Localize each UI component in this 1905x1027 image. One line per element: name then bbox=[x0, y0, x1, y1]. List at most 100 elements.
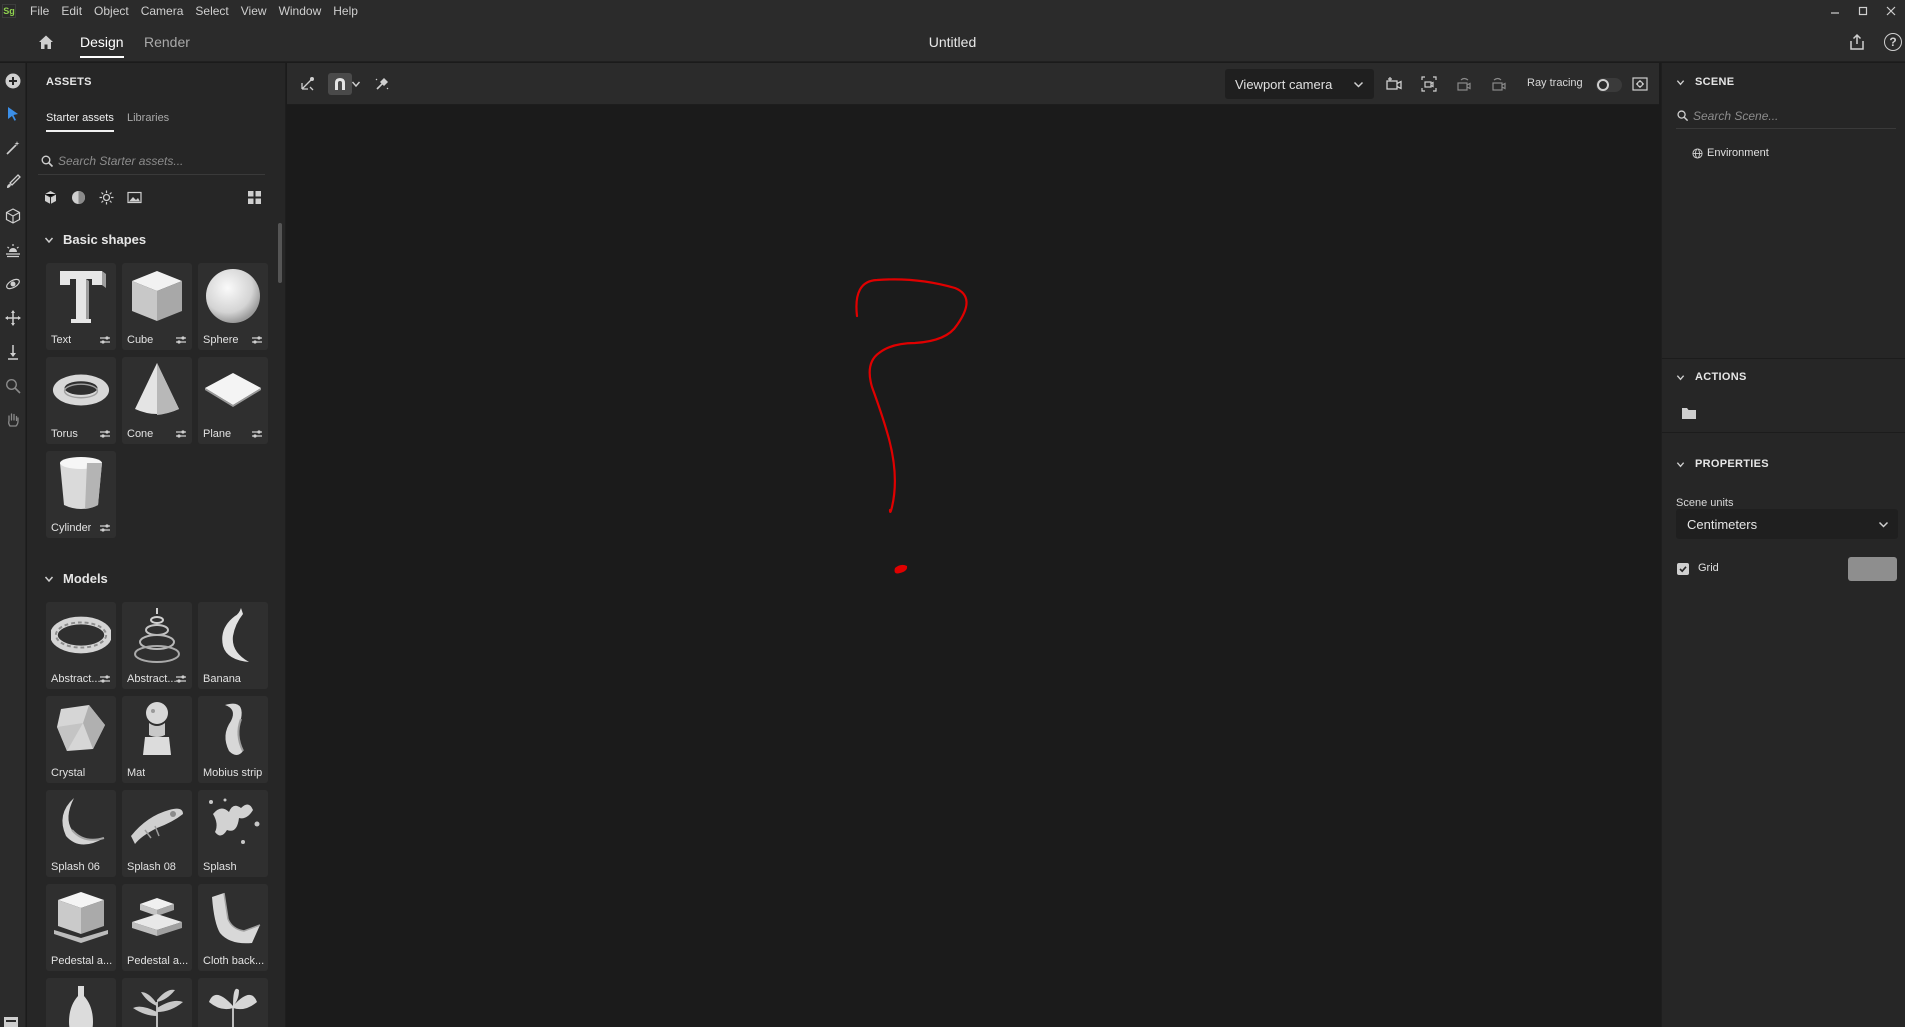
asset-tile-text[interactable]: Text bbox=[46, 263, 116, 350]
filter-models[interactable] bbox=[41, 188, 59, 206]
menu-file[interactable]: File bbox=[24, 0, 55, 22]
asset-tile-abstract-2[interactable]: Abstract... bbox=[122, 602, 192, 689]
scene-section-header[interactable]: SCENE bbox=[1676, 76, 1734, 88]
zoom-icon bbox=[5, 378, 21, 394]
asset-tile-pedestal-1[interactable]: Pedestal a... bbox=[46, 884, 116, 971]
orbit-tool[interactable] bbox=[2, 273, 24, 295]
asset-tile-splash-08[interactable]: Splash 08 bbox=[122, 790, 192, 877]
adjust-options-icon[interactable] bbox=[99, 523, 111, 533]
properties-section-header[interactable]: PROPERTIES bbox=[1676, 458, 1769, 470]
paint-tool[interactable] bbox=[2, 171, 24, 193]
add-content-button[interactable] bbox=[2, 70, 24, 92]
folder-icon[interactable] bbox=[1681, 406, 1697, 420]
object-tool[interactable] bbox=[2, 205, 24, 227]
filter-images[interactable] bbox=[125, 188, 143, 206]
scene-search-input[interactable] bbox=[1693, 108, 1883, 123]
camera-select[interactable]: Viewport camera bbox=[1225, 69, 1374, 99]
scene-item-environment[interactable]: Environment bbox=[1692, 147, 1769, 159]
tab-starter-assets[interactable]: Starter assets bbox=[46, 112, 114, 132]
menu-edit[interactable]: Edit bbox=[55, 0, 88, 22]
scene-units-select[interactable]: Centimeters bbox=[1676, 509, 1898, 539]
asset-tile-banana[interactable]: Banana bbox=[198, 602, 268, 689]
asset-tile-cube[interactable]: Cube bbox=[122, 263, 192, 350]
tab-render[interactable]: Render bbox=[144, 22, 190, 62]
viewport-canvas[interactable] bbox=[287, 105, 1659, 1027]
minimize-button[interactable] bbox=[1821, 0, 1849, 22]
assets-scrollbar[interactable] bbox=[278, 223, 282, 283]
menu-help[interactable]: Help bbox=[327, 0, 364, 22]
asset-tile-cylinder[interactable]: Cylinder bbox=[46, 451, 116, 538]
drop-to-ground-button[interactable] bbox=[370, 73, 394, 95]
asset-tile-sphere[interactable]: Sphere bbox=[198, 263, 268, 350]
chevron-down-icon bbox=[1676, 374, 1685, 380]
filter-materials[interactable] bbox=[69, 188, 87, 206]
frame-camera-button[interactable] bbox=[1417, 73, 1441, 95]
asset-tile-cone[interactable]: Cone bbox=[122, 357, 192, 444]
select-tool[interactable] bbox=[2, 103, 24, 125]
menu-select[interactable]: Select bbox=[189, 0, 234, 22]
filter-lights[interactable] bbox=[97, 188, 115, 206]
asset-tile-leaves[interactable] bbox=[198, 978, 268, 1027]
ray-tracing-toggle[interactable] bbox=[1596, 78, 1622, 92]
maximize-button[interactable] bbox=[1849, 0, 1877, 22]
menu-camera[interactable]: Camera bbox=[135, 0, 190, 22]
assets-search-input[interactable] bbox=[58, 153, 258, 168]
pedestal-thumbnail bbox=[51, 887, 111, 947]
share-button[interactable] bbox=[1847, 32, 1867, 52]
grid-color-swatch[interactable] bbox=[1848, 557, 1897, 581]
hand-tool[interactable] bbox=[2, 409, 24, 431]
adjust-options-icon[interactable] bbox=[175, 335, 187, 345]
pan-tool[interactable] bbox=[2, 307, 24, 329]
actions-section-header[interactable]: ACTIONS bbox=[1676, 371, 1747, 383]
camera-bookmark-button[interactable] bbox=[1382, 73, 1406, 95]
asset-tile-abstract-1[interactable]: Abstract... bbox=[46, 602, 116, 689]
transform-gizmo-button[interactable] bbox=[295, 73, 319, 95]
ray-tracing-settings-button[interactable] bbox=[1628, 73, 1652, 95]
magic-wand-tool[interactable] bbox=[2, 137, 24, 159]
menu-object[interactable]: Object bbox=[88, 0, 135, 22]
adjust-options-icon[interactable] bbox=[99, 335, 111, 345]
tab-libraries[interactable]: Libraries bbox=[127, 112, 169, 124]
adjust-options-icon[interactable] bbox=[175, 674, 187, 684]
undo-camera-button[interactable] bbox=[1452, 73, 1476, 95]
asset-label: Text bbox=[51, 334, 72, 346]
images-icon bbox=[126, 191, 142, 203]
grid-view-toggle[interactable] bbox=[245, 188, 263, 206]
adjust-options-icon[interactable] bbox=[175, 429, 187, 439]
checkmark-icon bbox=[1679, 566, 1687, 573]
snap-options-dropdown[interactable] bbox=[349, 73, 363, 95]
adjust-options-icon[interactable] bbox=[251, 335, 263, 345]
adjust-options-icon[interactable] bbox=[99, 429, 111, 439]
adjust-options-icon[interactable] bbox=[99, 674, 111, 684]
close-icon bbox=[1886, 6, 1896, 16]
section-models[interactable]: Models bbox=[44, 571, 108, 586]
zoom-tool[interactable] bbox=[2, 375, 24, 397]
asset-tile-torus[interactable]: Torus bbox=[46, 357, 116, 444]
asset-tile-plant[interactable] bbox=[122, 978, 192, 1027]
chevron-down-icon bbox=[1676, 461, 1685, 467]
asset-tile-vase[interactable] bbox=[46, 978, 116, 1027]
close-window-button[interactable] bbox=[1877, 0, 1905, 22]
torus-thumbnail bbox=[51, 360, 111, 420]
menu-view[interactable]: View bbox=[235, 0, 273, 22]
panel-toggle-button[interactable] bbox=[0, 1007, 22, 1027]
environment-light-tool[interactable] bbox=[2, 239, 24, 261]
grid-checkbox[interactable] bbox=[1677, 563, 1689, 575]
asset-tile-crystal[interactable]: Crystal bbox=[46, 696, 116, 783]
asset-tile-mat[interactable]: Mat bbox=[122, 696, 192, 783]
asset-tile-splash-06[interactable]: Splash 06 bbox=[46, 790, 116, 877]
tab-design[interactable]: Design bbox=[80, 22, 124, 62]
asset-tile-cloth-backdrop[interactable]: Cloth back... bbox=[198, 884, 268, 971]
asset-tile-plane[interactable]: Plane bbox=[198, 357, 268, 444]
scene-units-label: Scene units bbox=[1676, 497, 1734, 509]
asset-tile-pedestal-2[interactable]: Pedestal a... bbox=[122, 884, 192, 971]
help-button[interactable]: ? bbox=[1884, 33, 1902, 51]
dolly-tool[interactable] bbox=[2, 341, 24, 363]
menu-window[interactable]: Window bbox=[273, 0, 328, 22]
section-basic-shapes[interactable]: Basic shapes bbox=[44, 232, 146, 247]
redo-camera-button[interactable] bbox=[1487, 73, 1511, 95]
asset-tile-splash[interactable]: Splash bbox=[198, 790, 268, 877]
asset-tile-mobius[interactable]: Mobius strip bbox=[198, 696, 268, 783]
home-button[interactable] bbox=[36, 32, 56, 52]
adjust-options-icon[interactable] bbox=[251, 429, 263, 439]
